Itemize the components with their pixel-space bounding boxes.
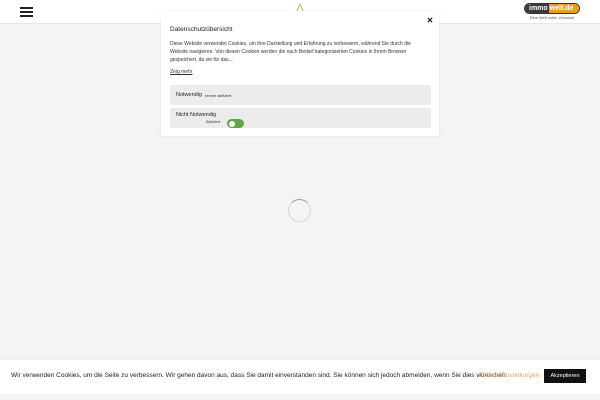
hamburger-menu-icon[interactable] [20, 7, 33, 17]
show-more-link[interactable]: Zeig mehr [170, 69, 193, 75]
privacy-overview-modal: Datenschutzübersicht ✕ Diese Website ver… [161, 11, 439, 136]
cookie-message: Wir verwenden Cookies, um die Seite zu v… [11, 372, 508, 379]
toggle-knob [228, 120, 235, 127]
cookie-category-not-necessary[interactable]: Nicht Notwendig Aktiviert [170, 108, 431, 128]
close-icon[interactable]: ✕ [426, 17, 434, 25]
not-necessary-toggle[interactable] [227, 119, 244, 128]
brand-logo[interactable]: immo welt.de Eine Welt voller Zuhause [524, 3, 580, 20]
brand-tagline: Eine Welt voller Zuhause [529, 15, 575, 20]
category-status: Immer aktiviert [205, 93, 232, 98]
accept-button[interactable]: Akzeptieren [544, 369, 586, 383]
cookie-consent-bar: Wir verwenden Cookies, um die Seite zu v… [0, 360, 600, 394]
brand-name-part1: immo [525, 4, 549, 13]
category-title: Nicht Notwendig [176, 112, 217, 118]
modal-title: Datenschutzübersicht [170, 26, 233, 33]
category-status: Aktiviert [206, 119, 221, 124]
cookie-settings-link[interactable]: Cookie Einstellungen [478, 372, 539, 379]
modal-description: Diese Website verwendet Cookies, um Ihre… [170, 41, 411, 63]
brand-name-part2: welt.de [548, 4, 579, 13]
cookie-category-necessary[interactable]: Notwendig Immer aktiviert [170, 85, 431, 105]
loading-spinner-icon [288, 199, 311, 222]
category-title: Notwendig [176, 92, 202, 98]
brand-wordmark: immo welt.de [524, 3, 580, 14]
